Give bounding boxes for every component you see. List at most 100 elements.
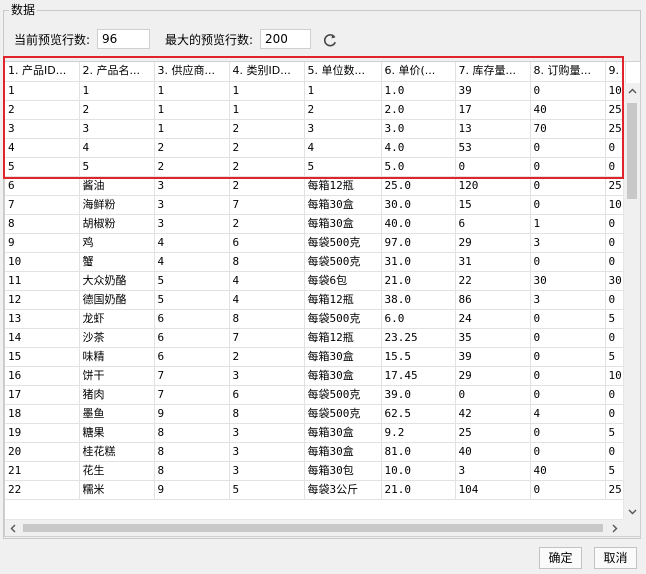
data-preview-dialog: 数据 当前预览行数: 最大的预览行数: 1. 产品ID...2. 产品名...3… [0,0,646,574]
table-cell: 6 [5,176,80,196]
scroll-down-button[interactable] [624,504,640,520]
table-cell: 9 [154,404,230,424]
table-cell: 1 [5,81,80,101]
table-row[interactable]: 6 酱油 3 2 每箱12瓶 25.0 120 0 25 [5,176,626,196]
table-cell: 每箱12瓶 [304,290,382,310]
table-cell: 5 [79,157,155,177]
table-cell: 2 [229,347,305,367]
column-header[interactable]: 3. 供应商... [154,62,230,82]
table-cell: 40 [530,100,606,120]
table-row[interactable]: 19 糖果 8 3 每箱30盒 9.2 25 0 5 [5,423,626,443]
table-cell: 24 [455,309,531,329]
table-cell: 13 [455,119,531,139]
column-header[interactable]: 2. 产品名... [79,62,155,82]
table-cell: 2 [229,119,305,139]
horizontal-scrollbar[interactable] [5,519,623,536]
table-row[interactable]: 4 4 2 2 4 4.0 53 0 0 [5,138,626,158]
column-header[interactable]: 7. 库存量... [455,62,531,82]
table-row[interactable]: 5 5 2 2 5 5.0 0 0 0 [5,157,626,177]
table-cell: 120 [455,176,531,196]
table-row[interactable]: 20 桂花糕 8 3 每箱30盒 81.0 40 0 0 [5,442,626,462]
column-header[interactable]: 8. 订购量... [530,62,606,82]
column-header[interactable]: 6. 单价(... [381,62,456,82]
table-cell: 0 [455,157,531,177]
table-cell: 3 [304,119,382,139]
table-row[interactable]: 16 饼干 7 3 每箱30盒 17.45 29 0 10 [5,366,626,386]
table-row[interactable]: 3 3 1 2 3 3.0 13 70 25 [5,119,626,139]
table-row[interactable]: 2 2 1 1 2 2.0 17 40 25 [5,100,626,120]
table-row[interactable]: 22 糯米 9 5 每袋3公斤 21.0 104 0 25 [5,480,626,500]
refresh-icon [323,34,336,47]
vertical-scrollbar[interactable] [623,83,640,520]
table-cell: 大众奶酪 [79,271,155,291]
table-cell: 0 [530,423,606,443]
chevron-left-icon [10,524,16,532]
table-cell: 1 [79,81,155,101]
table-cell: 7 [154,366,230,386]
table-cell: 22 [5,480,80,500]
column-header[interactable]: 9. [605,62,626,82]
table-cell: 10 [605,195,626,215]
vertical-scroll-thumb[interactable] [627,103,637,199]
table-cell: 25 [605,176,626,196]
table-cell: 0 [530,195,606,215]
scroll-up-button[interactable] [624,83,640,99]
ok-button[interactable]: 确定 [539,547,582,569]
table-row[interactable]: 1 1 1 1 1 1.0 39 0 10 [5,81,626,101]
table-row[interactable]: 8 胡椒粉 3 2 每箱30盒 40.0 6 1 0 [5,214,626,234]
table-cell: 2 [229,157,305,177]
table-cell: 0 [605,138,626,158]
table-cell: 5 [605,423,626,443]
table-cell: 6 [154,347,230,367]
table-row[interactable]: 15 味精 6 2 每箱30盒 15.5 39 0 5 [5,347,626,367]
table-cell: 31 [455,252,531,272]
table-cell: 1 [229,81,305,101]
table-cell: 7 [229,328,305,348]
table-cell: 6 [154,328,230,348]
table-row[interactable]: 13 龙虾 6 8 每袋500克 6.0 24 0 5 [5,309,626,329]
table-cell: 每箱30盒 [304,423,382,443]
table-row[interactable]: 11 大众奶酪 5 4 每袋6包 21.0 22 30 30 [5,271,626,291]
cancel-button[interactable]: 取消 [594,547,637,569]
table-cell: 14 [5,328,80,348]
table-cell: 味精 [79,347,155,367]
table-cell: 2 [5,100,80,120]
table-row[interactable]: 21 花生 8 3 每箱30包 10.0 3 40 5 [5,461,626,481]
table-cell: 3 [229,442,305,462]
table-row[interactable]: 18 墨鱼 9 8 每袋500克 62.5 42 4 0 [5,404,626,424]
table-cell: 21 [5,461,80,481]
table-cell: 0 [530,480,606,500]
table-cell: 0 [530,442,606,462]
refresh-button[interactable] [320,30,340,50]
horizontal-scroll-thumb[interactable] [23,524,603,532]
table-cell: 6 [154,309,230,329]
table-cell: 6 [229,385,305,405]
column-header[interactable]: 4. 类别ID... [229,62,305,82]
table-cell: 9 [5,233,80,253]
table-cell: 每袋500克 [304,309,382,329]
current-preview-rows-input[interactable] [97,29,150,49]
scroll-left-button[interactable] [5,520,21,536]
table-body: 1 1 1 1 1 1.0 39 0 10 2 2 1 1 2 2.0 17 40 25 3 3 1 2 3 3.0 13 70 2… [5,81,626,500]
table-cell: 0 [530,81,606,101]
table-cell: 15.5 [381,347,456,367]
table-cell: 53 [455,138,531,158]
scroll-right-button[interactable] [607,520,623,536]
table-row[interactable]: 17 猪肉 7 6 每袋500克 39.0 0 0 0 [5,385,626,405]
table-row[interactable]: 10 蟹 4 8 每袋500克 31.0 31 0 0 [5,252,626,272]
table-cell: 每箱12瓶 [304,328,382,348]
table-cell: 3 [229,366,305,386]
table-cell: 2 [154,138,230,158]
table-row[interactable]: 12 德国奶酪 5 4 每箱12瓶 38.0 86 3 0 [5,290,626,310]
table-cell: 12 [5,290,80,310]
column-header[interactable]: 1. 产品ID... [5,62,80,82]
column-header[interactable]: 5. 单位数... [304,62,382,82]
table-row[interactable]: 9 鸡 4 6 每袋500克 97.0 29 3 0 [5,233,626,253]
table-row[interactable]: 14 沙茶 6 7 每箱12瓶 23.25 35 0 0 [5,328,626,348]
max-preview-rows-input[interactable] [260,29,311,49]
table-cell: 2 [79,100,155,120]
table-cell: 17 [5,385,80,405]
table-cell: 7 [229,195,305,215]
table-cell: 4 [154,252,230,272]
table-row[interactable]: 7 海鲜粉 3 7 每箱30盒 30.0 15 0 10 [5,195,626,215]
